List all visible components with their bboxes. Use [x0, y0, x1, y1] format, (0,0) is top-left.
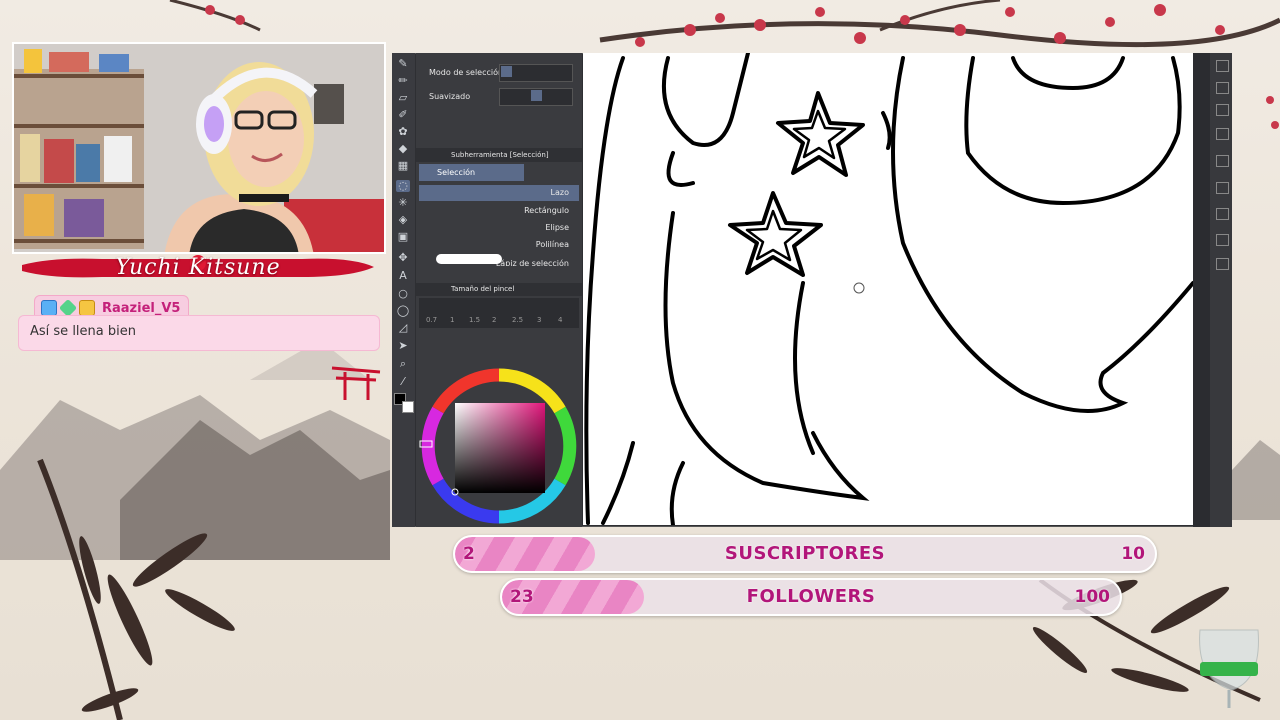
command-icon-9[interactable]: [1216, 258, 1229, 270]
subtool-item-rectangle[interactable]: Rectángulo: [419, 203, 579, 219]
chat-message-text: Así se llena bien: [30, 324, 136, 339]
streamer-name: Yuchi Kitsune: [115, 255, 281, 280]
ruler-tool-icon[interactable]: ◿: [396, 322, 410, 334]
eraser-tool-icon[interactable]: ▱: [396, 92, 410, 104]
command-icon-1[interactable]: [1216, 60, 1229, 72]
subtool-header: Subherramienta [Selección]: [451, 151, 549, 159]
verified-badge-icon: [41, 300, 57, 316]
operation-tool-icon[interactable]: ➤: [396, 340, 410, 352]
brush-size-0[interactable]: 0.7: [426, 316, 437, 324]
move-tool-icon[interactable]: ✥: [396, 252, 410, 264]
brush-size-1[interactable]: 1: [450, 316, 454, 324]
line-art: [584, 53, 1193, 525]
brush-size-6[interactable]: 4: [558, 316, 562, 324]
right-command-bar: [1210, 53, 1232, 527]
brush-size-5[interactable]: 3: [537, 316, 541, 324]
command-icon-3[interactable]: [1216, 104, 1229, 116]
selection-pen-stroke-preview: [436, 254, 502, 264]
brush-size-4[interactable]: 2.5: [512, 316, 523, 324]
gradient-tool-icon[interactable]: ▣: [396, 231, 410, 243]
pen-tool-icon[interactable]: ✎: [396, 58, 410, 70]
followers-current: 23: [510, 587, 534, 607]
pencil-tool-icon[interactable]: ✏: [396, 75, 410, 87]
subtool-item-ellipse[interactable]: Elipse: [419, 220, 579, 236]
selection-mode-label: Modo de selección: [429, 68, 504, 77]
subscribers-goal-label: SUSCRIPTORES: [724, 543, 886, 564]
brush-tool-icon[interactable]: ✐: [396, 109, 410, 121]
smoothing-active-icon[interactable]: [531, 90, 542, 101]
webcam-image: [14, 44, 384, 252]
selection-tool-icon[interactable]: ◌: [396, 180, 410, 192]
command-icon-4[interactable]: [1216, 128, 1229, 140]
brush-size-2[interactable]: 1.5: [469, 316, 480, 324]
brush-size-header: Tamaño del pincel: [451, 285, 515, 293]
command-icon-5[interactable]: [1216, 155, 1229, 167]
brush-size-grid[interactable]: [419, 298, 579, 328]
subscribers-target: 10: [1121, 544, 1145, 564]
brush-size-3[interactable]: 2: [492, 316, 496, 324]
figure-tool-icon[interactable]: ○: [396, 288, 410, 300]
eyedropper-tool-icon[interactable]: ⁄: [396, 376, 410, 388]
lasso-fill-tool-icon[interactable]: ◯: [396, 305, 410, 317]
chat-username: Raaziel_V5: [102, 300, 181, 316]
text-tool-icon[interactable]: A: [396, 270, 410, 282]
followers-goal-bar: FOLLOWERS 23 100: [500, 578, 1122, 616]
command-icon-2[interactable]: [1216, 82, 1229, 94]
sub-color-swatch[interactable]: [402, 401, 414, 413]
webcam-feed: [12, 42, 386, 254]
followers-target: 100: [1074, 587, 1111, 607]
subtool-group-tab[interactable]: Selección: [419, 164, 524, 181]
blend-tool-icon[interactable]: ◆: [396, 143, 410, 155]
smoothing-label: Suavizado: [429, 92, 471, 101]
zoom-tool-icon[interactable]: ⌕: [396, 358, 410, 370]
subtool-item-lasso[interactable]: Lazo: [419, 185, 579, 201]
color-wheel[interactable]: [418, 366, 580, 526]
grid-tool-icon[interactable]: ▦: [396, 160, 410, 172]
command-icon-6[interactable]: [1216, 182, 1229, 194]
followers-goal-label: FOLLOWERS: [746, 586, 876, 607]
auto-select-tool-icon[interactable]: ✳: [396, 197, 410, 209]
command-icon-7[interactable]: [1216, 208, 1229, 220]
subscribers-goal-bar: SUSCRIPTORES 2 10: [453, 535, 1157, 573]
decoration-tool-icon[interactable]: ✿: [396, 126, 410, 138]
crown-badge-icon: [79, 300, 95, 316]
command-icon-8[interactable]: [1216, 234, 1229, 246]
subscribers-current: 2: [463, 544, 475, 564]
fill-tool-icon[interactable]: ◈: [396, 214, 410, 226]
subtool-item-polyline[interactable]: Polilínea: [419, 237, 579, 253]
new-selection-icon[interactable]: [501, 66, 512, 77]
drawing-canvas[interactable]: [583, 53, 1193, 525]
